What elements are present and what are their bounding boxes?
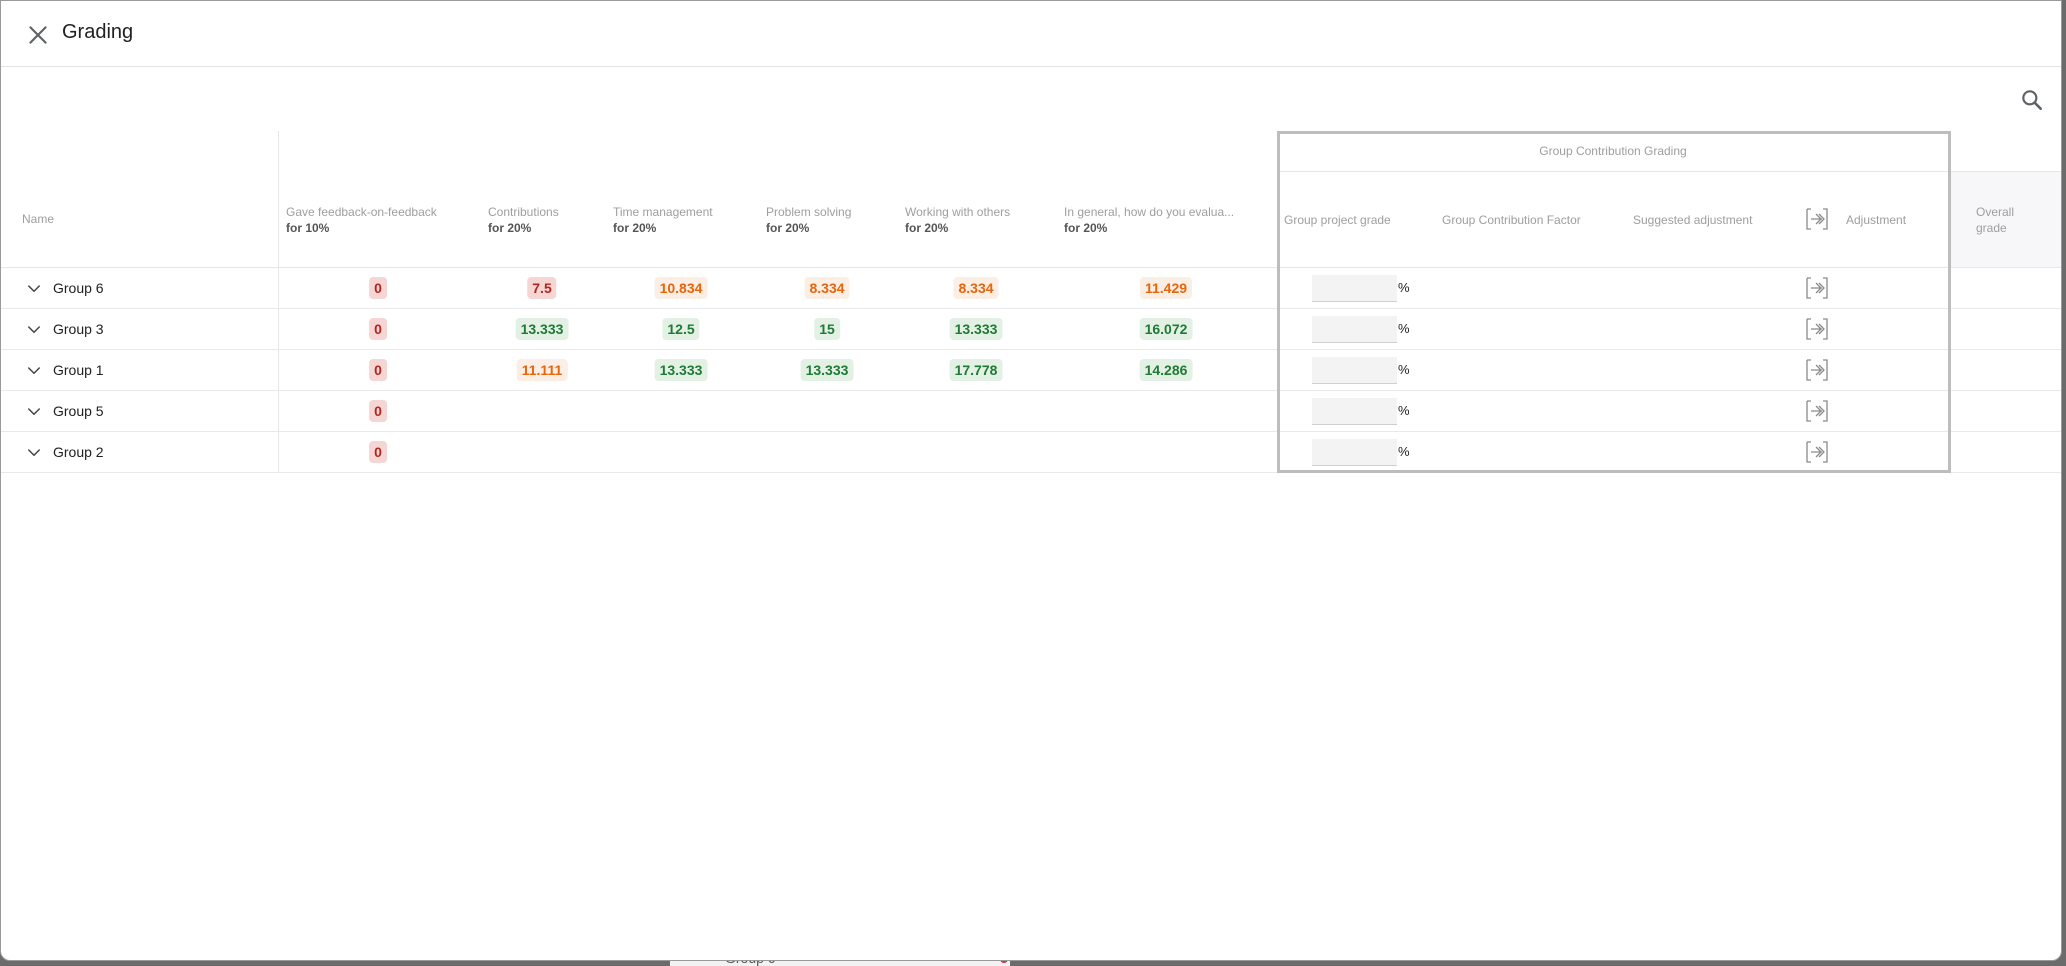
apply-adjustment-icon[interactable] bbox=[1805, 358, 1829, 382]
group-project-grade-input[interactable] bbox=[1312, 357, 1397, 384]
percent-suffix: % bbox=[1398, 444, 1410, 459]
score-badge: 13.333 bbox=[654, 359, 708, 381]
overall-grade-header-line2: grade bbox=[1976, 221, 2007, 235]
table-row[interactable]: Group 6 0 7.5 10.834 8.334 8.334 11.429% bbox=[1, 268, 2061, 309]
percent-suffix: % bbox=[1398, 362, 1410, 377]
apply-adjustment-icon[interactable] bbox=[1805, 276, 1829, 300]
criterion-weight: for 20% bbox=[905, 221, 949, 235]
criterion-header-problem-solving[interactable]: Problem solving for 20% bbox=[766, 204, 851, 236]
chevron-down-icon[interactable] bbox=[25, 403, 43, 421]
chevron-down-icon[interactable] bbox=[25, 444, 43, 462]
group-project-grade-input[interactable] bbox=[1312, 275, 1397, 302]
group-name: Group 5 bbox=[53, 403, 104, 419]
table-row[interactable]: Group 3 0 13.333 12.5 15 13.333 16.072% bbox=[1, 309, 2061, 350]
group-project-grade-input[interactable] bbox=[1312, 316, 1397, 343]
apply-adjustment-icon[interactable] bbox=[1805, 399, 1829, 423]
score-badge: 12.5 bbox=[662, 318, 700, 340]
table-row[interactable]: Group 5 0% bbox=[1, 391, 2061, 432]
criterion-header-working-with-others[interactable]: Working with others for 20% bbox=[905, 204, 1010, 236]
criterion-label: In general, how do you evalua... bbox=[1064, 205, 1235, 219]
dialog-header: Grading bbox=[1, 1, 2061, 67]
criterion-header-feedback[interactable]: Gave feedback-on-feedback for 10% bbox=[286, 204, 437, 236]
score-badge: 8.334 bbox=[804, 277, 850, 299]
score-badge: 8.334 bbox=[953, 277, 999, 299]
criterion-weight: for 10% bbox=[286, 221, 330, 235]
group-name: Group 6 bbox=[53, 280, 104, 296]
dialog-title: Grading bbox=[62, 21, 134, 43]
apply-adjustment-icon[interactable] bbox=[1805, 440, 1829, 464]
grading-dialog: Grading Group Contribution Grading Name … bbox=[0, 0, 2062, 961]
apply-adjustment-icon[interactable] bbox=[1805, 317, 1829, 341]
contribution-factor-header[interactable]: Group Contribution Factor bbox=[1442, 212, 1581, 228]
search-icon[interactable] bbox=[2019, 87, 2045, 113]
group-project-grade-input[interactable] bbox=[1312, 398, 1397, 425]
score-badge: 11.429 bbox=[1139, 277, 1193, 299]
score-badge: 10.834 bbox=[654, 277, 708, 299]
score-badge: 0 bbox=[369, 441, 387, 463]
criterion-weight: for 20% bbox=[1064, 221, 1108, 235]
criterion-weight: for 20% bbox=[766, 221, 810, 235]
group-project-grade-header[interactable]: Group project grade bbox=[1284, 212, 1391, 228]
score-badge: 13.333 bbox=[949, 318, 1003, 340]
score-badge: 0 bbox=[369, 400, 387, 422]
overall-grade-header[interactable]: Overall grade bbox=[1976, 204, 2014, 236]
group-name: Group 2 bbox=[53, 444, 104, 460]
criterion-label: Gave feedback-on-feedback bbox=[286, 205, 437, 219]
score-badge: 11.111 bbox=[516, 359, 568, 381]
criterion-header-time-management[interactable]: Time management for 20% bbox=[613, 204, 713, 236]
apply-all-adjustments-icon[interactable] bbox=[1805, 207, 1829, 231]
percent-suffix: % bbox=[1398, 321, 1410, 336]
score-badge: 0 bbox=[369, 359, 387, 381]
criterion-label: Problem solving bbox=[766, 205, 852, 219]
criterion-label: Working with others bbox=[905, 205, 1011, 219]
chevron-down-icon[interactable] bbox=[25, 280, 43, 298]
score-badge: 0 bbox=[369, 318, 387, 340]
chevron-down-icon[interactable] bbox=[25, 321, 43, 339]
criterion-weight: for 20% bbox=[613, 221, 657, 235]
table-row[interactable]: Group 2 0% bbox=[1, 432, 2061, 473]
criterion-label: Contributions bbox=[488, 205, 559, 219]
close-icon[interactable] bbox=[25, 22, 51, 48]
score-badge: 16.072 bbox=[1139, 318, 1193, 340]
group-name: Group 1 bbox=[53, 362, 104, 378]
percent-suffix: % bbox=[1398, 280, 1410, 295]
score-badge: 15 bbox=[814, 318, 840, 340]
score-badge: 13.333 bbox=[515, 318, 569, 340]
percent-suffix: % bbox=[1398, 403, 1410, 418]
criterion-header-contributions[interactable]: Contributions for 20% bbox=[488, 204, 559, 236]
group-name: Group 3 bbox=[53, 321, 104, 337]
score-badge: 17.778 bbox=[949, 359, 1003, 381]
score-badge: 7.5 bbox=[527, 277, 557, 299]
gcg-header-divider bbox=[1278, 171, 2061, 172]
criterion-label: Time management bbox=[613, 205, 713, 219]
group-project-grade-input[interactable] bbox=[1312, 439, 1397, 466]
score-badge: 13.333 bbox=[800, 359, 854, 381]
score-badge: 14.286 bbox=[1139, 359, 1193, 381]
name-column-header[interactable]: Name bbox=[22, 211, 54, 227]
criterion-header-general-evaluation[interactable]: In general, how do you evalua... for 20% bbox=[1064, 204, 1234, 236]
criterion-weight: for 20% bbox=[488, 221, 532, 235]
chevron-down-icon[interactable] bbox=[25, 362, 43, 380]
overall-grade-header-line1: Overall bbox=[1976, 205, 2015, 219]
table-row[interactable]: Group 1 0 11.111 13.333 13.333 17.778 14.286% bbox=[1, 350, 2061, 391]
gcg-section-title: Group Contribution Grading bbox=[1539, 144, 1687, 158]
suggested-adjustment-header[interactable]: Suggested adjustment bbox=[1633, 212, 1752, 228]
adjustment-header[interactable]: Adjustment bbox=[1846, 212, 1906, 228]
score-badge: 0 bbox=[369, 277, 387, 299]
